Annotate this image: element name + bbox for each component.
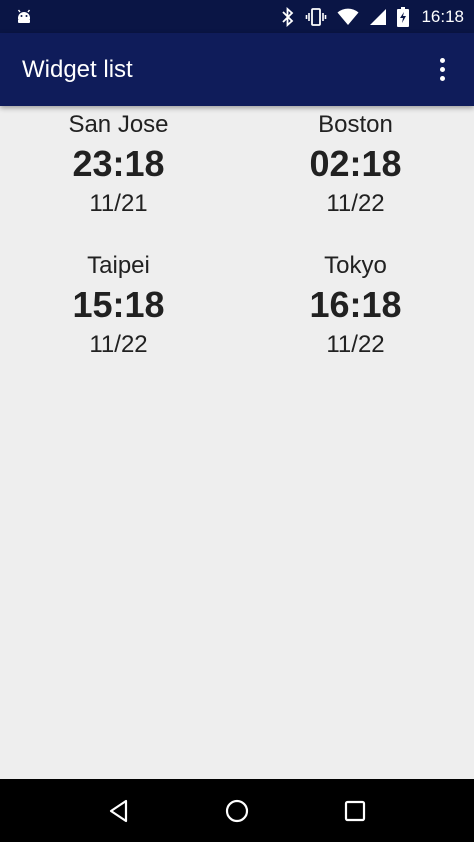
clock-date: 11/22 [89,331,148,358]
clock-city: San Jose [68,111,169,138]
wifi-icon [337,8,359,26]
android-icon [14,7,34,27]
status-bar: 16:18 [0,0,474,33]
clock-date: 11/22 [326,190,385,217]
app-title: Widget list [22,55,133,83]
clock-widget-san-jose[interactable]: San Jose 23:18 11/21 [0,110,237,251]
overflow-menu-button[interactable] [430,50,454,90]
status-time: 16:18 [421,6,464,26]
clock-time: 23:18 [72,143,165,184]
clock-grid: San Jose 23:18 11/21 Boston 02:18 11/22 … [0,106,474,392]
home-button[interactable] [213,787,261,835]
back-icon [109,799,128,822]
navigation-bar [0,779,474,842]
vibrate-icon [305,7,327,27]
clock-time: 02:18 [309,143,402,184]
widget-list: San Jose 23:18 11/21 Boston 02:18 11/22 … [0,106,474,779]
cellular-signal-icon [369,8,387,26]
clock-widget-taipei[interactable]: Taipei 15:18 11/22 [0,251,237,392]
clock-time: 16:18 [309,284,402,325]
clock-date: 11/22 [326,331,385,358]
back-button[interactable] [95,787,143,835]
more-vert-dot [439,76,445,81]
app-bar: Widget list [0,33,474,106]
more-vert-dot [439,67,445,72]
battery-charging-icon [397,6,410,27]
recents-icon [344,800,366,821]
clock-date: 11/21 [89,190,148,217]
clock-city: Boston [318,111,393,138]
clock-city: Tokyo [324,252,387,279]
home-icon [225,799,249,822]
clock-city: Taipei [87,252,150,279]
recents-button[interactable] [331,787,379,835]
bluetooth-icon [281,6,295,27]
clock-widget-tokyo[interactable]: Tokyo 16:18 11/22 [237,251,474,392]
clock-time: 15:18 [72,284,165,325]
clock-widget-boston[interactable]: Boston 02:18 11/22 [237,110,474,251]
more-vert-icon [439,58,445,63]
